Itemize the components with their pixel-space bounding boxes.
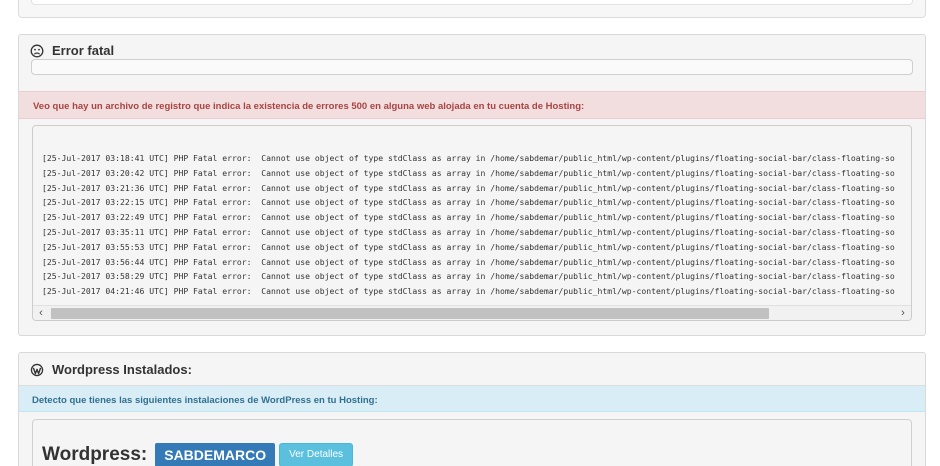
- previous-panel-inner: [31, 0, 913, 5]
- error-panel-title: Error fatal: [52, 43, 115, 58]
- error-panel-heading: Error fatal: [30, 43, 114, 58]
- wordpress-install-label: Wordpress:: [42, 444, 148, 465]
- error-alert: Veo que hay un archivo de registro que i…: [19, 91, 925, 119]
- wordpress-panel-heading: Wordpress Instalados:: [30, 362, 192, 377]
- wordpress-panel: Wordpress Instalados: Detecto que tienes…: [18, 352, 926, 466]
- log-line: [25-Jul-2017 03:18:41 UTC] PHP Fatal err…: [42, 153, 895, 163]
- log-line: [25-Jul-2017 03:21:36 UTC] PHP Fatal err…: [42, 182, 895, 193]
- error-log-lines: [25-Jul-2017 03:18:41 UTC] PHP Fatal err…: [42, 151, 911, 299]
- wordpress-panel-title: Wordpress Instalados:: [52, 362, 192, 377]
- error-panel: Error fatal Veo que hay un archivo de re…: [18, 34, 926, 336]
- log-line: [25-Jul-2017 03:35:11 UTC] PHP Fatal err…: [42, 226, 895, 237]
- scrollbar-thumb[interactable]: [51, 308, 769, 319]
- wordpress-icon: [30, 363, 44, 376]
- error-panel-empty-bar: [31, 59, 913, 75]
- scroll-left-icon[interactable]: ‹: [33, 306, 49, 320]
- log-line: [25-Jul-2017 03:55:53 UTC] PHP Fatal err…: [42, 241, 895, 252]
- log-line: [25-Jul-2017 03:22:15 UTC] PHP Fatal err…: [42, 197, 895, 208]
- log-line: [25-Jul-2017 03:20:42 UTC] PHP Fatal err…: [42, 167, 895, 178]
- sad-face-icon: [30, 44, 44, 57]
- log-line: [25-Jul-2017 04:21:46 UTC] PHP Fatal err…: [42, 286, 895, 297]
- view-details-button[interactable]: Ver Detalles: [279, 443, 354, 466]
- log-line: [25-Jul-2017 03:58:29 UTC] PHP Fatal err…: [42, 271, 895, 282]
- error-log-box[interactable]: [25-Jul-2017 03:18:41 UTC] PHP Fatal err…: [32, 125, 912, 321]
- wordpress-install-row: Wordpress: SABDEMARCO Ver Detalles: [42, 443, 354, 466]
- log-line: [25-Jul-2017 03:56:44 UTC] PHP Fatal err…: [42, 256, 895, 267]
- scroll-right-icon[interactable]: ›: [895, 306, 911, 320]
- previous-panel-bottom: [18, 0, 926, 18]
- wordpress-install-box: Wordpress: SABDEMARCO Ver Detalles: [32, 419, 912, 466]
- horizontal-scrollbar[interactable]: ‹ ›: [33, 305, 911, 320]
- wordpress-install-name-badge: SABDEMARCO: [155, 443, 276, 466]
- log-line: [25-Jul-2017 03:22:49 UTC] PHP Fatal err…: [42, 212, 895, 223]
- wordpress-info-alert: Detecto que tienes las siguientes instal…: [19, 386, 925, 412]
